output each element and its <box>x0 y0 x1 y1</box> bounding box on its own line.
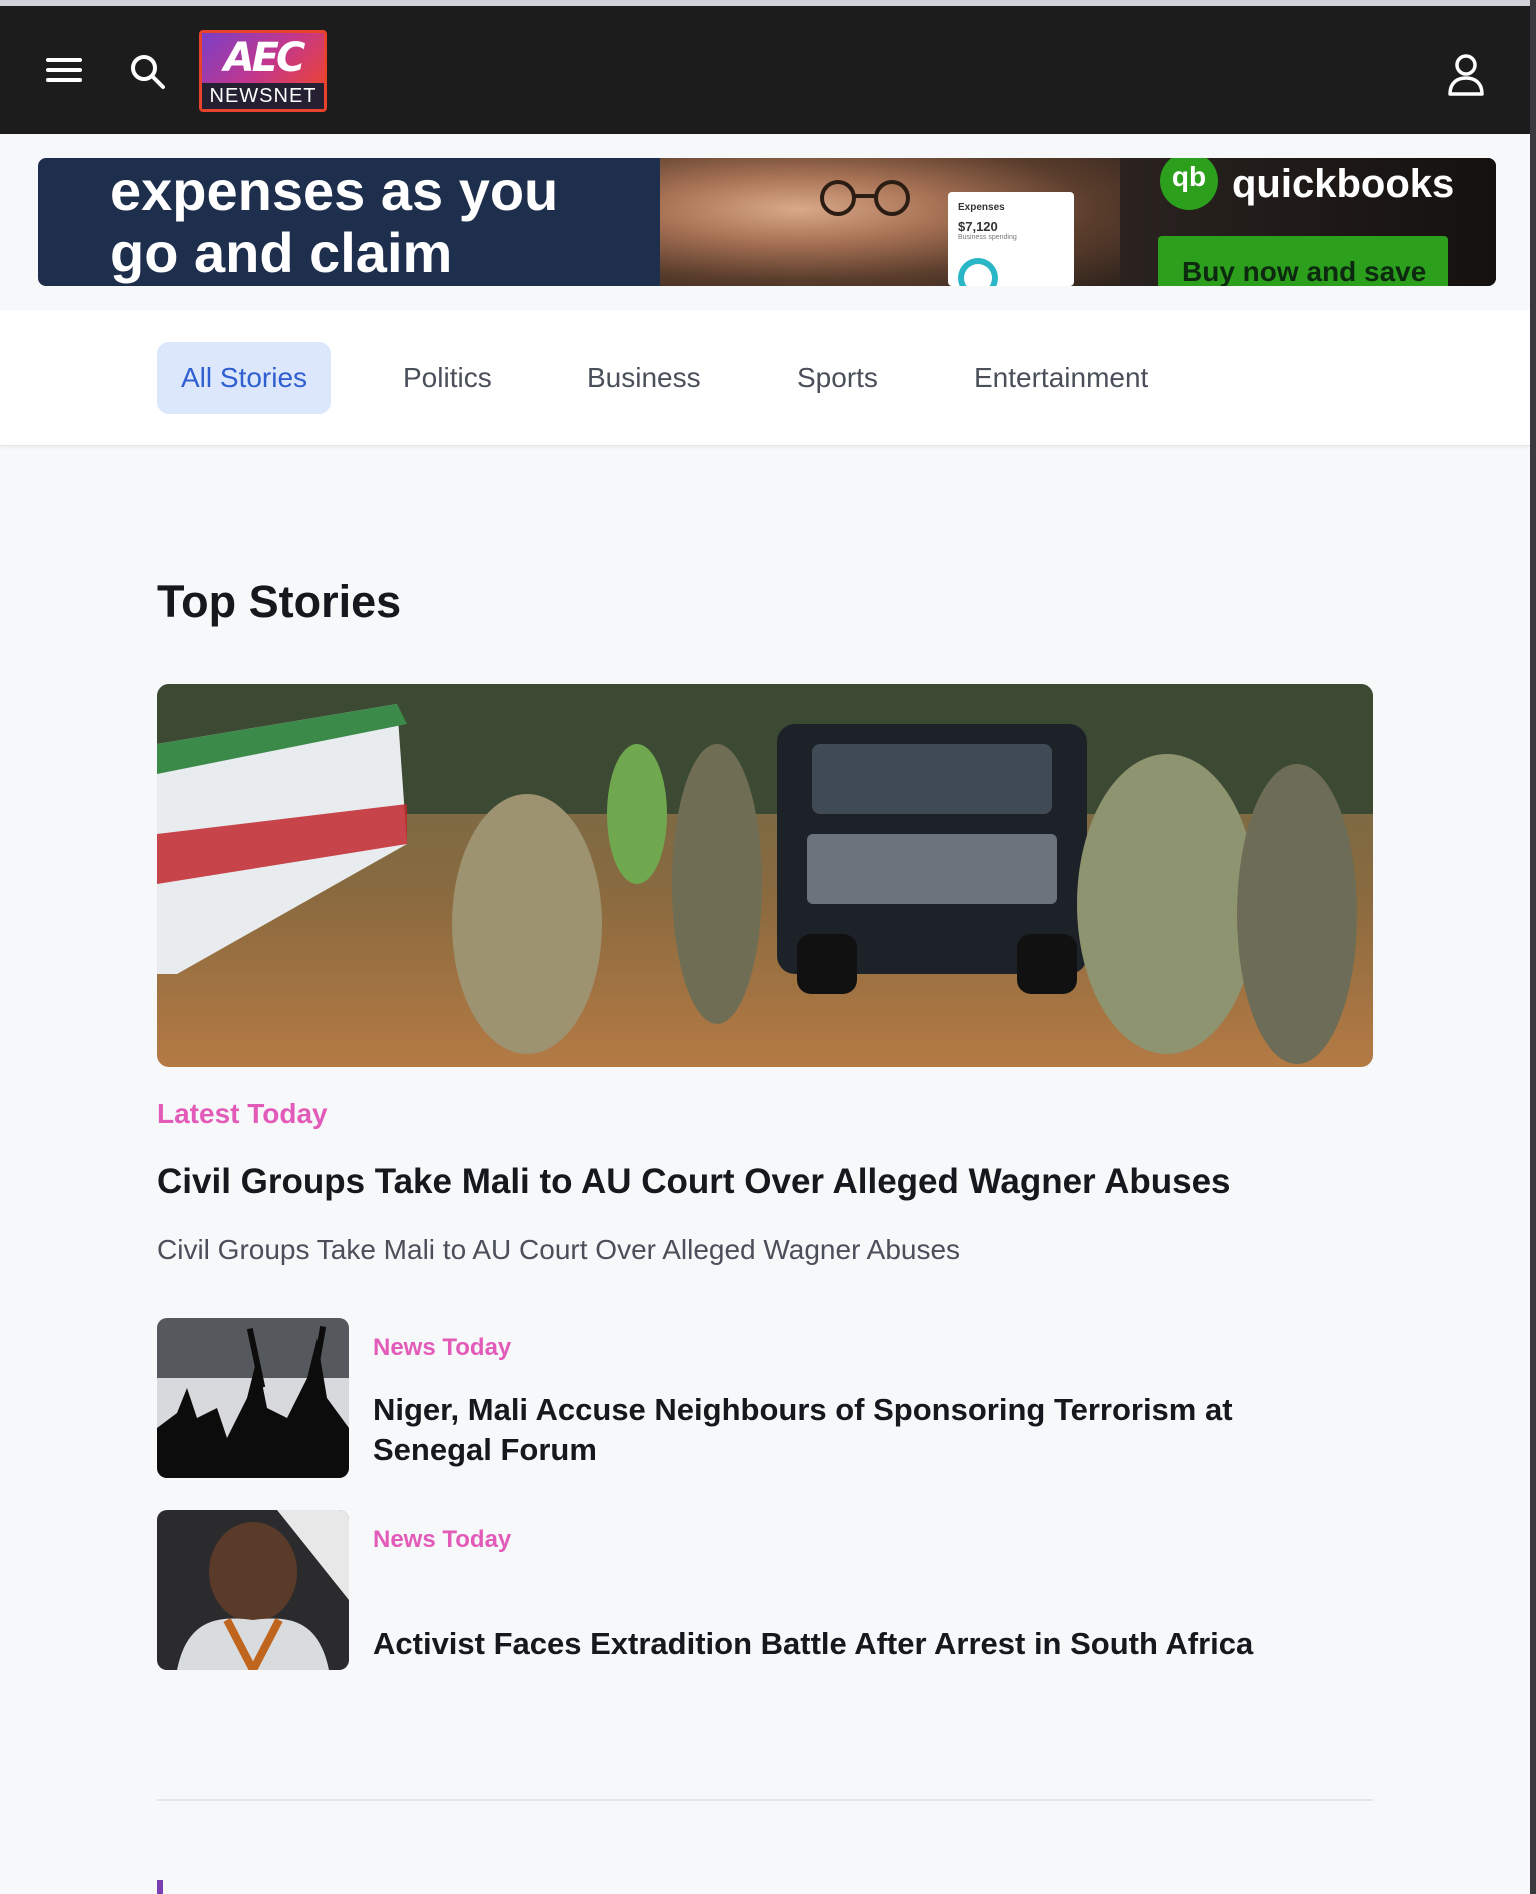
logo-text: NEWSNET <box>202 83 324 109</box>
story-thumbnail <box>157 1318 349 1478</box>
section-divider <box>157 1799 1373 1801</box>
tab-business[interactable]: Business <box>587 342 701 414</box>
banner-ad[interactable]: expenses as you go and claim Expenses $7… <box>38 158 1496 286</box>
tab-politics[interactable]: Politics <box>403 342 492 414</box>
ad-card-title: Expenses <box>958 202 1005 213</box>
ad-card-sub: Business spending <box>958 234 1017 241</box>
site-logo[interactable]: AEC NEWSNET <box>199 30 327 112</box>
account-icon[interactable] <box>1446 52 1486 98</box>
ad-cta-button[interactable]: Buy now and save <box>1158 236 1448 286</box>
tab-entertainment[interactable]: Entertainment <box>974 342 1148 414</box>
glasses-graphic <box>820 180 910 216</box>
ad-container: expenses as you go and claim Expenses $7… <box>0 134 1530 310</box>
featured-headline[interactable]: Civil Groups Take Mali to AU Court Over … <box>157 1162 1373 1202</box>
ad-line-2: go and claim <box>110 221 453 284</box>
next-section-accent <box>157 1880 163 1894</box>
ad-copy: expenses as you go and claim <box>110 158 670 286</box>
story-kicker: News Today <box>373 1334 512 1361</box>
site-header: AEC NEWSNET <box>0 6 1530 134</box>
tab-sports[interactable]: Sports <box>797 342 878 414</box>
logo-mark: AEC <box>223 35 306 81</box>
menu-icon[interactable] <box>40 50 88 90</box>
featured-summary: Civil Groups Take Mali to AU Court Over … <box>157 1234 961 1265</box>
story-kicker: News Today <box>373 1526 512 1553</box>
ad-expense-card: Expenses $7,120 Business spending <box>948 192 1074 286</box>
story-thumbnail <box>157 1510 349 1670</box>
tab-all-stories[interactable]: All Stories <box>157 342 332 414</box>
ad-brand-name: quickbooks <box>1232 162 1455 206</box>
featured-story-image[interactable] <box>157 684 1373 1067</box>
ad-line-1: expenses as you <box>110 159 559 222</box>
ad-card-amount: $7,120 <box>958 219 998 234</box>
story-item[interactable]: News Today Activist Faces Extradition Ba… <box>157 1510 1373 1670</box>
window-edge <box>1530 0 1536 1894</box>
category-tabs: All Stories Politics Business Sports Ent… <box>0 310 1530 446</box>
story-headline[interactable]: Activist Faces Extradition Battle After … <box>373 1624 1333 1664</box>
donut-chart-icon <box>958 258 998 286</box>
featured-kicker: Latest Today <box>157 1098 328 1129</box>
ad-brand-panel: qb quickbooks Buy now and save <box>1120 158 1496 286</box>
quickbooks-logo-icon: qb <box>1160 158 1218 210</box>
section-title: Top Stories <box>157 576 402 627</box>
search-icon[interactable] <box>126 50 170 94</box>
story-headline[interactable]: Niger, Mali Accuse Neighbours of Sponsor… <box>373 1390 1333 1470</box>
story-item[interactable]: News Today Niger, Mali Accuse Neighbours… <box>157 1318 1373 1478</box>
